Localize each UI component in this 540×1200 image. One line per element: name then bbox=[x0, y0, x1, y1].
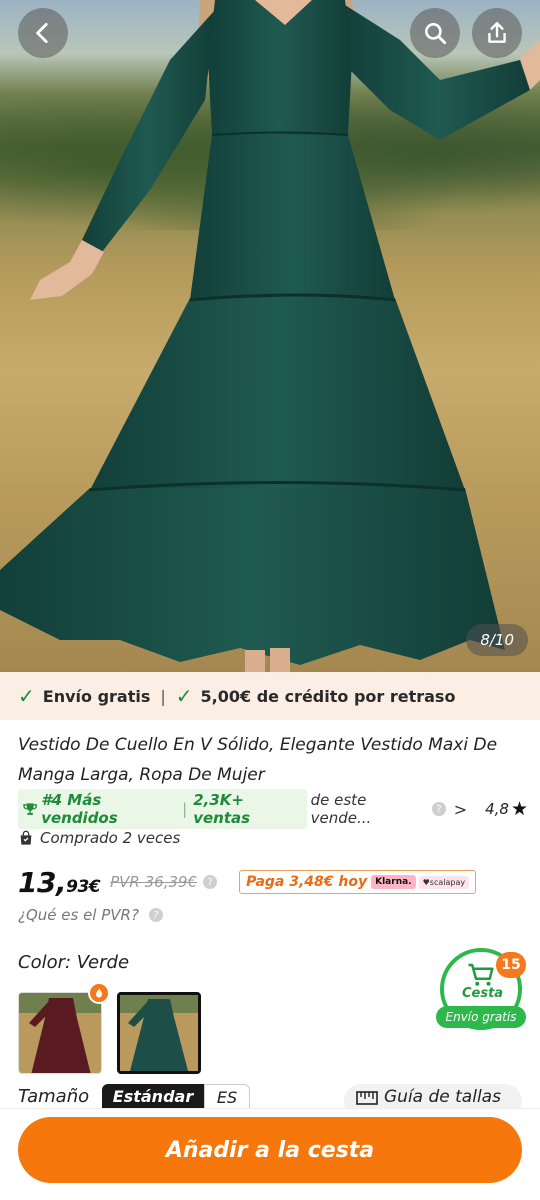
share-icon bbox=[488, 22, 506, 43]
check-icon: ✓ bbox=[175, 684, 193, 708]
info-icon[interactable]: ? bbox=[203, 875, 218, 889]
trophy-icon bbox=[23, 802, 37, 815]
klarna-logo: Klarna. bbox=[371, 875, 416, 889]
cart-count-badge: 15 bbox=[496, 952, 526, 978]
sales-text: 2,3K+ ventas bbox=[193, 791, 251, 827]
price-row: 13,93€ PVR 36,39€ ? Paga 3,48€ hoy Klarn… bbox=[18, 864, 477, 900]
chevron-left-icon bbox=[36, 22, 48, 44]
dress-illustration bbox=[0, 0, 540, 672]
flame-icon bbox=[96, 988, 103, 998]
color-swatch-burgundy[interactable] bbox=[18, 992, 102, 1074]
price-value: 13,93€ bbox=[18, 865, 101, 899]
size-guide-text: Guía de tallas bbox=[384, 1087, 501, 1107]
size-label: Tamaño bbox=[18, 1086, 90, 1107]
separator: | bbox=[182, 800, 188, 818]
size-standard-tab[interactable]: Estándar bbox=[102, 1084, 204, 1108]
free-shipping-text: Envío gratis bbox=[42, 686, 151, 706]
ruler-icon bbox=[356, 1091, 378, 1105]
color-label: Color: Verde bbox=[18, 952, 130, 973]
delay-credit-text: 5,00€ de crédito por retraso bbox=[200, 686, 456, 706]
pvr-question-text: ¿Qué es el PVR? bbox=[18, 906, 139, 924]
size-row: Tamaño Estándar ES Guía de tallas bbox=[18, 1084, 528, 1108]
best-seller-badge[interactable]: #4 Más vendidos | 2,3K+ ventas bbox=[18, 789, 307, 829]
product-title: Vestido De Cuello En V Sólido, Elegante … bbox=[18, 735, 498, 785]
rank-text: #4 Más vendidos bbox=[41, 791, 118, 827]
ranking-row[interactable]: #4 Más vendidos | 2,3K+ ventas de este v… bbox=[18, 789, 528, 829]
price-decimal: 93€ bbox=[66, 876, 101, 897]
info-icon: ? bbox=[148, 908, 163, 922]
color-swatch-green[interactable] bbox=[117, 992, 201, 1074]
shipping-strip[interactable]: ✓ Envío gratis | ✓ 5,00€ de crédito por … bbox=[0, 672, 540, 720]
seller-text: de este vende... bbox=[310, 791, 372, 827]
bought-text: Comprado 2 veces bbox=[40, 829, 181, 847]
bought-times: Comprado 2 veces bbox=[18, 826, 180, 850]
add-to-cart-button[interactable]: Añadir a la cesta bbox=[18, 1117, 522, 1183]
info-icon[interactable]: ? bbox=[432, 802, 446, 816]
pvr-question-link[interactable]: ¿Qué es el PVR? ? bbox=[18, 906, 163, 924]
swatch-image bbox=[120, 995, 198, 1071]
back-button[interactable] bbox=[18, 8, 68, 58]
chevron-right-icon[interactable]: > bbox=[454, 800, 467, 819]
check-icon: ✓ bbox=[18, 684, 35, 708]
product-image[interactable]: 8/10 bbox=[0, 0, 540, 672]
search-button[interactable] bbox=[410, 8, 460, 58]
shopping-bag-icon bbox=[20, 830, 32, 845]
swatch-image bbox=[19, 993, 101, 1073]
separator: | bbox=[160, 686, 166, 706]
scalapay-logo: ♥scalapay bbox=[418, 875, 470, 889]
pvr-price: PVR 36,39€ bbox=[110, 873, 198, 891]
size-region-tab[interactable]: ES bbox=[204, 1084, 250, 1108]
hot-badge bbox=[88, 982, 110, 1004]
price-integer: 13, bbox=[18, 865, 67, 899]
search-icon bbox=[425, 23, 447, 45]
cart-label: Cesta bbox=[462, 986, 504, 1001]
share-button[interactable] bbox=[472, 8, 522, 58]
cart-free-shipping-tag: Envío gratis bbox=[436, 1006, 526, 1028]
image-counter: 8/10 bbox=[466, 624, 528, 656]
rating-value: 4,8 bbox=[485, 800, 509, 818]
pay-today-text: Paga 3,48€ hoy bbox=[246, 874, 368, 890]
size-guide-button[interactable]: Guía de tallas bbox=[344, 1084, 522, 1108]
star-icon: ★ bbox=[510, 798, 528, 820]
pay-later-banner[interactable]: Paga 3,48€ hoy Klarna. ♥scalapay bbox=[239, 870, 477, 894]
bottom-action-bar: Añadir a la cesta bbox=[0, 1108, 540, 1200]
